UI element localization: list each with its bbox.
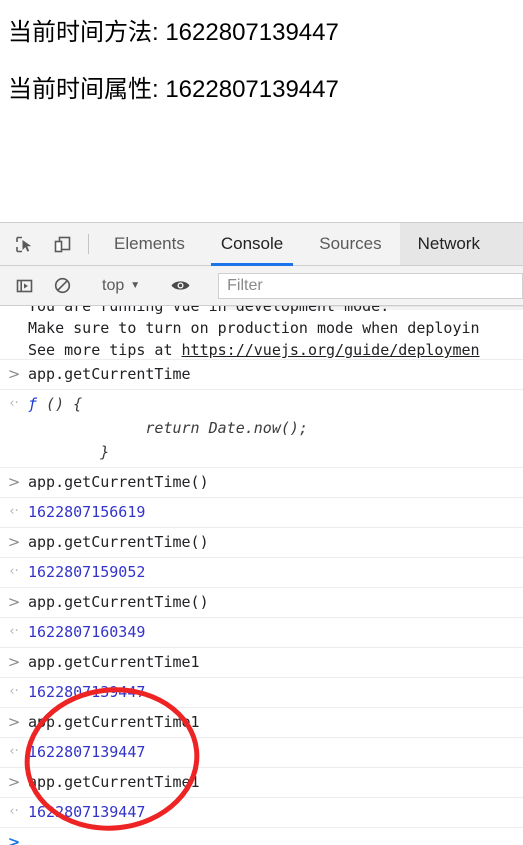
devtools-panel: Elements Console Sources Network top ▼ F… — [0, 222, 523, 845]
output-result-icon: ‹· — [9, 684, 19, 699]
input-prompt-icon: > — [7, 713, 21, 731]
console-function-output: ƒ () { return Date.now(); } — [28, 392, 523, 464]
output-result-icon: ‹· — [9, 744, 19, 759]
console-value-output: 1622807159052 — [28, 563, 146, 581]
tab-elements-label: Elements — [114, 234, 185, 253]
function-body-line: return Date.now(); — [28, 419, 308, 437]
console-input-row[interactable]: > app.getCurrentTime — [0, 360, 523, 390]
page-viewport: 当前时间方法: 1622807139447 当前时间属性: 1622807139… — [0, 0, 523, 222]
console-output-row[interactable]: ‹· 1622807139447 — [0, 738, 523, 768]
inspect-element-icon[interactable] — [5, 223, 43, 265]
warning-line-1: You are running Vue in development mode. — [28, 306, 390, 315]
console-prompt-icon: > — [7, 833, 21, 845]
function-close-line: } — [28, 443, 110, 461]
console-output-row[interactable]: ‹· 1622807159052 — [0, 558, 523, 588]
browser-window: 当前时间方法: 1622807139447 当前时间属性: 1622807139… — [0, 0, 523, 845]
console-input-row[interactable]: > app.getCurrentTime1 — [0, 648, 523, 678]
console-input-text: app.getCurrentTime1 — [28, 773, 200, 791]
console-input-text: app.getCurrentTime() — [28, 533, 209, 551]
console-input-text: app.getCurrentTime() — [28, 593, 209, 611]
tab-network[interactable]: Network — [399, 223, 498, 265]
toolbar-divider-1 — [88, 234, 89, 254]
console-input-text: app.getCurrentTime1 — [28, 653, 200, 671]
console-warning-vue-devmode: You are running Vue in development mode.… — [0, 306, 523, 360]
console-input-row[interactable]: > app.getCurrentTime1 — [0, 708, 523, 738]
output-result-icon: ‹· — [9, 504, 19, 519]
console-output-row[interactable]: ‹· 1622807160349 — [0, 618, 523, 648]
console-output-row[interactable]: ‹· 1622807139447 — [0, 678, 523, 708]
console-value-output: 1622807139447 — [28, 803, 146, 821]
console-message-list[interactable]: You are running Vue in development mode.… — [0, 306, 523, 845]
console-input-text: app.getCurrentTime1 — [28, 713, 200, 731]
console-output-row[interactable]: ‹· ƒ () { return Date.now(); } — [0, 390, 523, 468]
function-keyword-glyph: ƒ — [28, 395, 38, 413]
console-value-output: 1622807139447 — [28, 743, 146, 761]
warning-line-2: Make sure to turn on production mode whe… — [28, 319, 480, 337]
execution-context-selector[interactable]: top ▼ — [96, 277, 146, 295]
tab-sources[interactable]: Sources — [301, 223, 399, 265]
console-input-text: app.getCurrentTime — [28, 365, 191, 383]
clear-console-icon[interactable] — [43, 276, 81, 295]
console-input-text: app.getCurrentTime() — [28, 473, 209, 491]
output-result-icon: ‹· — [9, 804, 19, 819]
tab-network-label: Network — [417, 234, 480, 253]
console-value-output: 1622807160349 — [28, 623, 146, 641]
console-input-row[interactable]: > app.getCurrentTime() — [0, 588, 523, 618]
tab-console-label: Console — [220, 234, 284, 253]
tab-console[interactable]: Console — [203, 223, 301, 266]
devtools-tabbar: Elements Console Sources Network — [0, 223, 523, 266]
execution-context-label: top — [102, 276, 125, 294]
console-value-output: 1622807156619 — [28, 503, 146, 521]
vue-deployment-link[interactable]: https://vuejs.org/guide/deploymen — [182, 341, 480, 359]
console-warning-text: You are running Vue in development mode.… — [0, 306, 480, 361]
output-result-icon: ‹· — [9, 564, 19, 579]
console-prompt-row[interactable]: > — [0, 828, 523, 845]
console-value-output: 1622807139447 — [28, 683, 146, 701]
input-prompt-icon: > — [7, 533, 21, 551]
console-output-row[interactable]: ‹· 1622807139447 — [0, 798, 523, 828]
console-output-row[interactable]: ‹· 1622807156619 — [0, 498, 523, 528]
output-result-icon: ‹· — [9, 624, 19, 639]
input-prompt-icon: > — [7, 773, 21, 791]
console-input-row[interactable]: > app.getCurrentTime() — [0, 528, 523, 558]
console-sidebar-icon[interactable] — [5, 276, 43, 295]
console-input-row[interactable]: > app.getCurrentTime1 — [0, 768, 523, 798]
warning-line-3-prefix: See more tips at — [28, 341, 182, 359]
console-input-row[interactable]: > app.getCurrentTime() — [0, 468, 523, 498]
console-controlbar: top ▼ — [0, 266, 523, 306]
output-result-icon: ‹· — [9, 396, 19, 411]
function-signature: () { — [37, 395, 83, 413]
device-toolbar-icon[interactable] — [43, 223, 81, 265]
tab-sources-label: Sources — [319, 234, 382, 253]
console-filter-input[interactable] — [218, 272, 523, 299]
input-prompt-icon: > — [7, 365, 21, 383]
input-prompt-icon: > — [7, 473, 21, 491]
tab-elements[interactable]: Elements — [96, 223, 203, 265]
input-prompt-icon: > — [7, 593, 21, 611]
page-text-method: 当前时间方法: 1622807139447 — [8, 19, 339, 46]
page-text-property: 当前时间属性: 1622807139447 — [8, 76, 339, 103]
input-prompt-icon: > — [7, 653, 21, 671]
tabbar-overflow-area — [497, 223, 523, 265]
chevron-down-icon: ▼ — [130, 279, 141, 291]
live-expression-eye-icon[interactable] — [161, 276, 199, 295]
